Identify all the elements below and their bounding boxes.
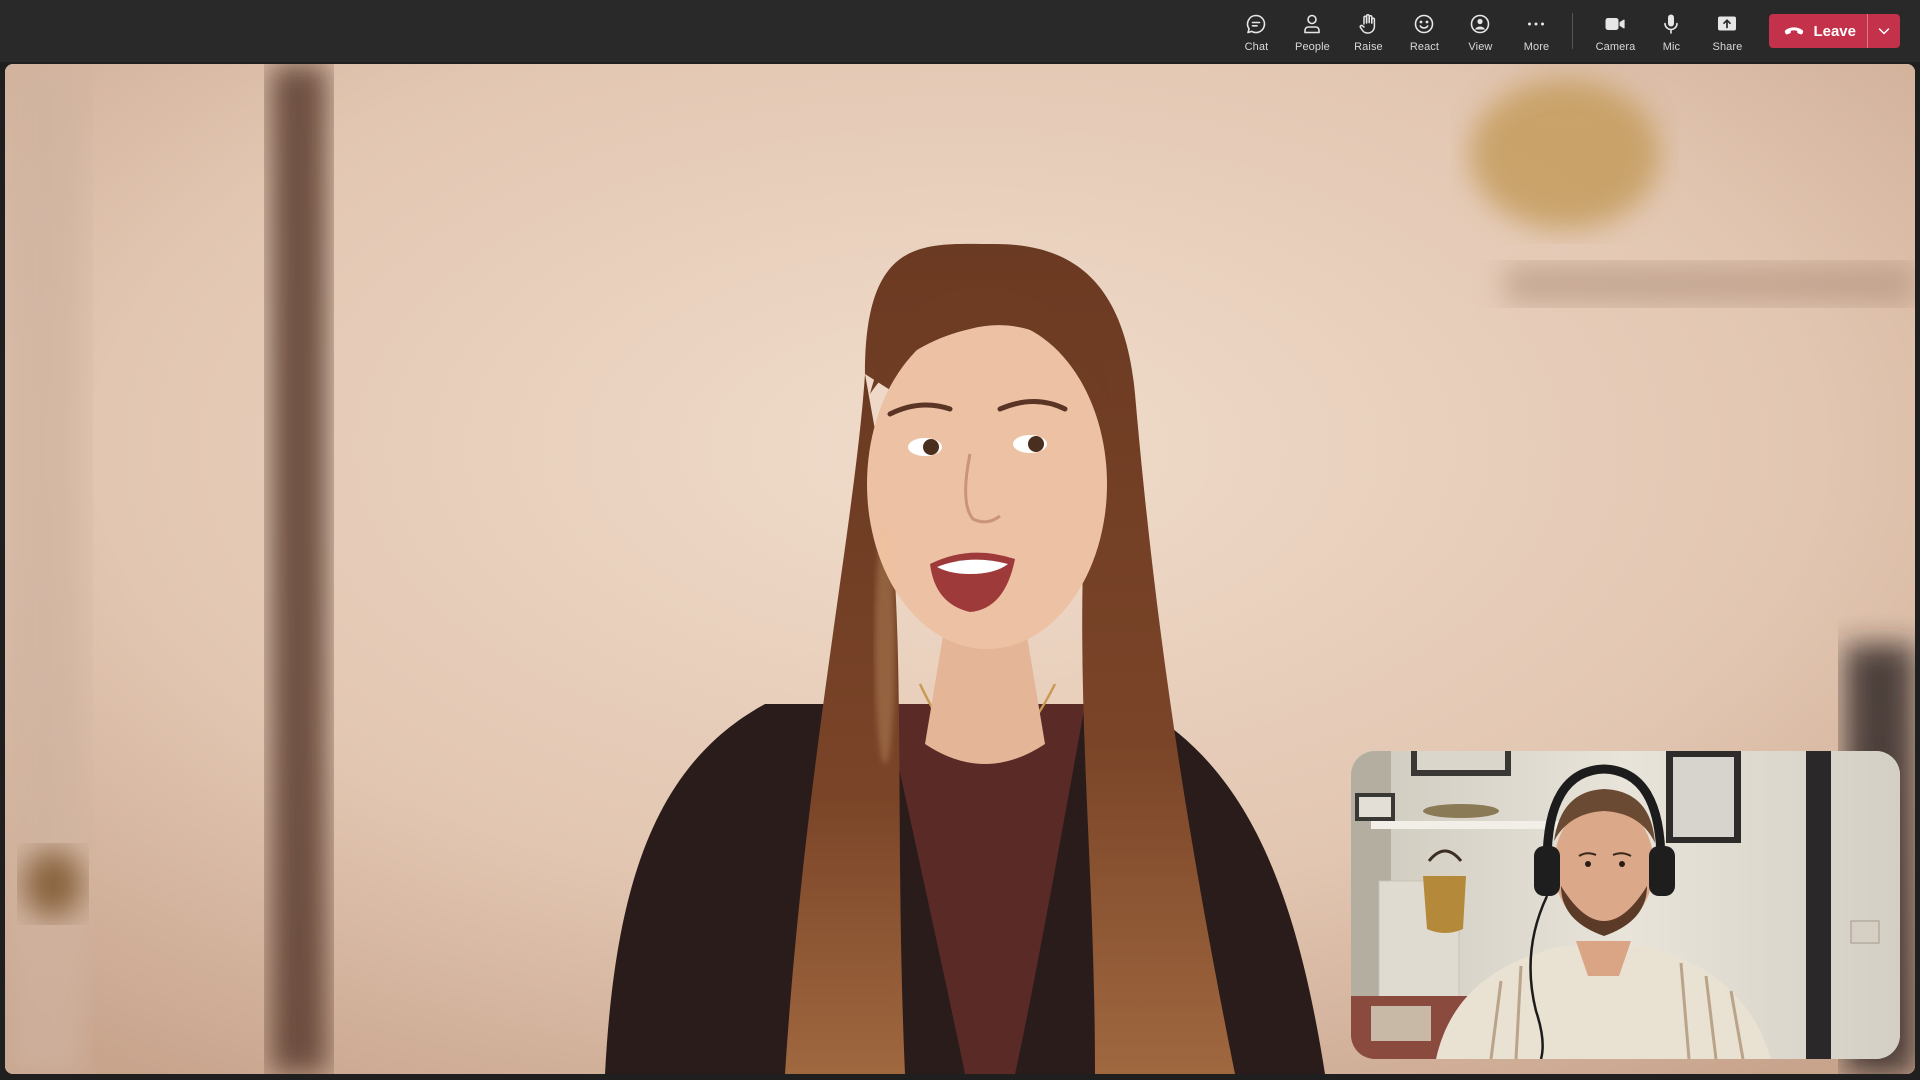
- view-icon: [1471, 14, 1490, 33]
- view-label: View: [1468, 40, 1493, 53]
- microphone-icon: [1664, 14, 1679, 34]
- leave-options-button[interactable]: [1868, 14, 1900, 48]
- leave-label: Leave: [1813, 22, 1856, 40]
- camera-label: Camera: [1595, 40, 1636, 53]
- more-button[interactable]: More: [1508, 0, 1564, 62]
- more-label: More: [1523, 40, 1550, 53]
- ellipsis-icon: [1528, 22, 1545, 25]
- chat-label: Chat: [1244, 40, 1269, 53]
- raised-hand-icon: [1359, 13, 1376, 34]
- react-button[interactable]: React: [1396, 0, 1452, 62]
- video-camera-icon: [1605, 17, 1626, 30]
- mic-button[interactable]: Mic: [1643, 0, 1699, 62]
- chevron-down-icon: [1878, 28, 1890, 35]
- phone-hangup-icon: [1785, 27, 1804, 35]
- mic-label: Mic: [1662, 40, 1681, 53]
- leave-button-group: Leave: [1769, 14, 1900, 48]
- camera-button[interactable]: Camera: [1587, 0, 1643, 62]
- meeting-toolbar: Chat People Raise React View More Camera…: [0, 0, 1920, 62]
- leave-button[interactable]: Leave: [1769, 14, 1867, 48]
- raise-label: Raise: [1354, 40, 1383, 53]
- share-button[interactable]: Share: [1699, 0, 1755, 62]
- toolbar-divider: [1572, 13, 1574, 49]
- share-label: Share: [1712, 40, 1743, 53]
- people-button[interactable]: People: [1284, 0, 1340, 62]
- chat-bubble-icon: [1247, 14, 1266, 33]
- view-button[interactable]: View: [1452, 0, 1508, 62]
- self-view-video: [1351, 751, 1900, 1059]
- meeting-controls: Chat People Raise React View More Camera…: [1228, 0, 1900, 62]
- chat-button[interactable]: Chat: [1228, 0, 1284, 62]
- self-view-picture: [1351, 751, 1900, 1059]
- people-label: People: [1295, 40, 1330, 53]
- smiley-icon: [1415, 14, 1434, 33]
- share-screen-icon: [1718, 16, 1737, 30]
- person-icon: [1304, 14, 1321, 33]
- raise-hand-button[interactable]: Raise: [1340, 0, 1396, 62]
- react-label: React: [1409, 40, 1440, 53]
